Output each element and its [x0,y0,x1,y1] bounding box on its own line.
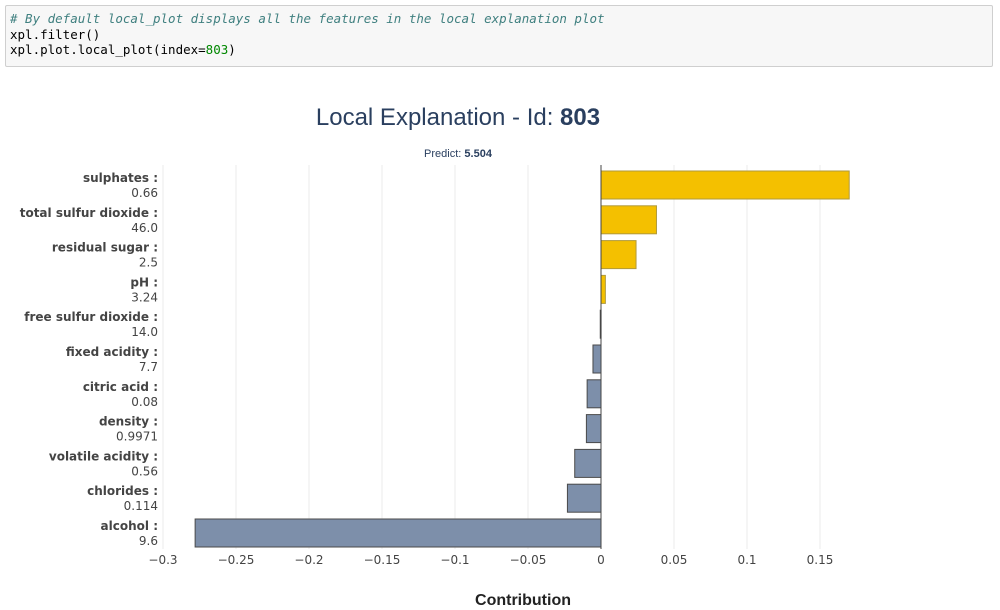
x-tick-label: −0.2 [294,553,323,567]
bar-density[interactable] [585,414,602,444]
x-tick-label: −0.15 [364,553,401,567]
x-tick-label: −0.25 [218,553,255,567]
x-tick-label: 0 [597,553,605,567]
x-axis-ticks: −0.3 −0.25 −0.2 −0.15 −0.1 −0.05 0 0.05 0.1 0.15 [148,553,833,567]
feature-label: total sulfur dioxide : [20,206,158,220]
bar-chlorides[interactable] [566,483,602,513]
feature-value: 0.66 [131,186,158,200]
feature-value: 0.56 [131,464,158,478]
x-axis-label: Contribution [475,592,571,609]
x-tick-label: −0.3 [148,553,177,567]
x-tick-label: 0.15 [807,553,834,567]
x-tick-label: 0.1 [737,553,756,567]
feature-value: 46.0 [131,221,158,235]
bar-total-sulfur-dioxide[interactable] [600,205,657,235]
bar-citric-acid[interactable] [586,379,602,409]
bar-residual-sugar[interactable] [600,240,637,270]
feature-value: 3.24 [131,290,158,304]
feature-label: density : [99,415,158,429]
bar-ph[interactable] [600,274,606,304]
feature-label: residual sugar : [52,241,158,255]
y-axis-labels: sulphates :0.66 total sulfur dioxide :46.… [20,171,158,548]
feature-value: 7.7 [139,360,158,374]
feature-label: citric acid : [83,380,158,394]
bar-sulphates[interactable] [600,170,850,200]
x-tick-label: −0.05 [510,553,547,567]
feature-value: 0.114 [124,499,158,513]
feature-value: 0.9971 [116,430,158,444]
feature-value: 14.0 [131,325,158,339]
feature-label: volatile acidity : [49,449,158,463]
feature-label: alcohol : [101,519,158,533]
feature-label: chlorides : [87,484,158,498]
x-tick-label: 0.05 [661,553,688,567]
grid-lines [162,165,821,549]
feature-label: fixed acidity : [66,345,158,359]
feature-value: 9.6 [139,534,158,548]
bar-volatile-acidity[interactable] [574,448,602,478]
feature-value: 2.5 [139,256,158,270]
feature-label: sulphates : [83,171,158,185]
feature-value: 0.08 [131,395,158,409]
feature-label: pH : [130,275,158,289]
bars [194,170,850,548]
bar-chart: sulphates :0.66 total sulfur dioxide :46.… [20,165,850,567]
bar-fixed-acidity[interactable] [592,344,602,374]
x-tick-label: −0.1 [440,553,469,567]
feature-label: free sulfur dioxide : [24,310,158,324]
bar-alcohol[interactable] [194,518,602,548]
